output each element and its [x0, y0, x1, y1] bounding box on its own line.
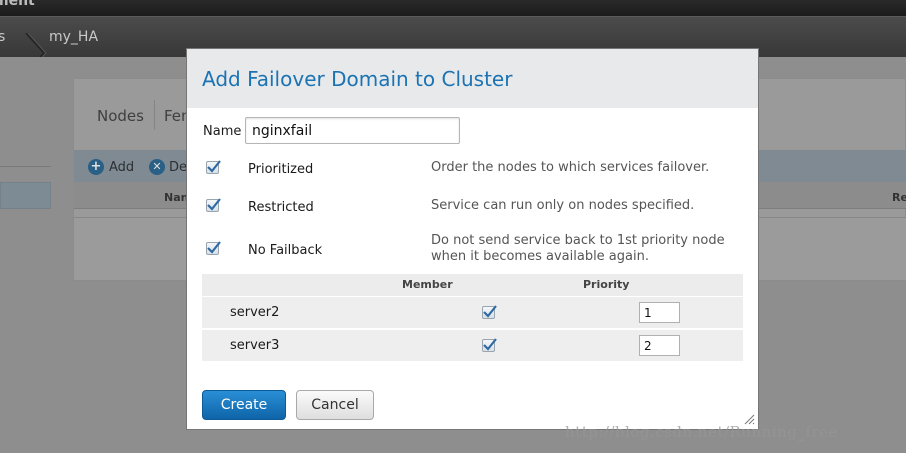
priority-column-header: Priority [583, 278, 630, 291]
top-header-bar: ment [0, 0, 906, 16]
table-row: server2 [202, 297, 743, 328]
check-icon [207, 241, 221, 254]
tab-nodes[interactable]: Nodes [97, 107, 144, 125]
priority-input[interactable] [639, 335, 680, 356]
prioritized-description: Order the nodes to which services failov… [431, 160, 710, 175]
add-failover-domain-dialog: Add Failover Domain to Cluster Name Prio… [186, 48, 759, 430]
breadcrumb-current[interactable]: my_HA [49, 29, 98, 45]
no-failback-description-line2: when it becomes available again. [431, 249, 649, 264]
name-label: Name [203, 124, 242, 139]
app-title: ment [0, 0, 35, 9]
cancel-button[interactable]: Cancel [296, 390, 374, 420]
check-icon [207, 198, 221, 211]
no-failback-checkbox[interactable] [206, 241, 221, 255]
watermark-text: http://blog.csdn.net/Running_free [565, 423, 838, 441]
check-icon [483, 305, 497, 318]
add-icon[interactable]: + [88, 159, 104, 175]
table-row: server3 [202, 330, 743, 361]
tab-divider [154, 100, 155, 130]
server-name: server2 [230, 305, 280, 320]
restricted-label: Restricted [248, 200, 314, 215]
name-input[interactable] [245, 117, 460, 144]
restricted-description: Service can run only on nodes specified. [431, 198, 695, 213]
breadcrumb-prev[interactable]: s [0, 29, 5, 45]
priority-input[interactable] [639, 302, 680, 323]
member-column-header: Member [402, 278, 453, 291]
check-icon [483, 338, 497, 351]
no-failback-label: No Failback [248, 243, 323, 258]
check-icon [207, 160, 221, 173]
delete-button[interactable]: De [169, 160, 187, 175]
column-right-header: Re [892, 191, 906, 204]
create-button[interactable]: Create [202, 390, 286, 420]
prioritized-checkbox[interactable] [206, 160, 221, 174]
member-checkbox[interactable] [482, 338, 497, 352]
prioritized-label: Prioritized [248, 162, 314, 177]
column-name-header: Nan [164, 191, 189, 204]
no-failback-description-line1: Do not send service back to 1st priority… [431, 233, 725, 248]
add-button[interactable]: Add [109, 160, 134, 175]
restricted-checkbox[interactable] [206, 198, 221, 212]
dialog-header: Add Failover Domain to Cluster [187, 49, 758, 108]
server-name: server3 [230, 338, 280, 353]
sidebar-selected-item[interactable] [0, 182, 51, 209]
member-table-header: Member Priority [202, 274, 743, 296]
delete-icon[interactable]: ✕ [149, 159, 165, 175]
dialog-title: Add Failover Domain to Cluster [202, 67, 513, 91]
member-checkbox[interactable] [482, 305, 497, 319]
sidebar-divider [0, 166, 51, 167]
